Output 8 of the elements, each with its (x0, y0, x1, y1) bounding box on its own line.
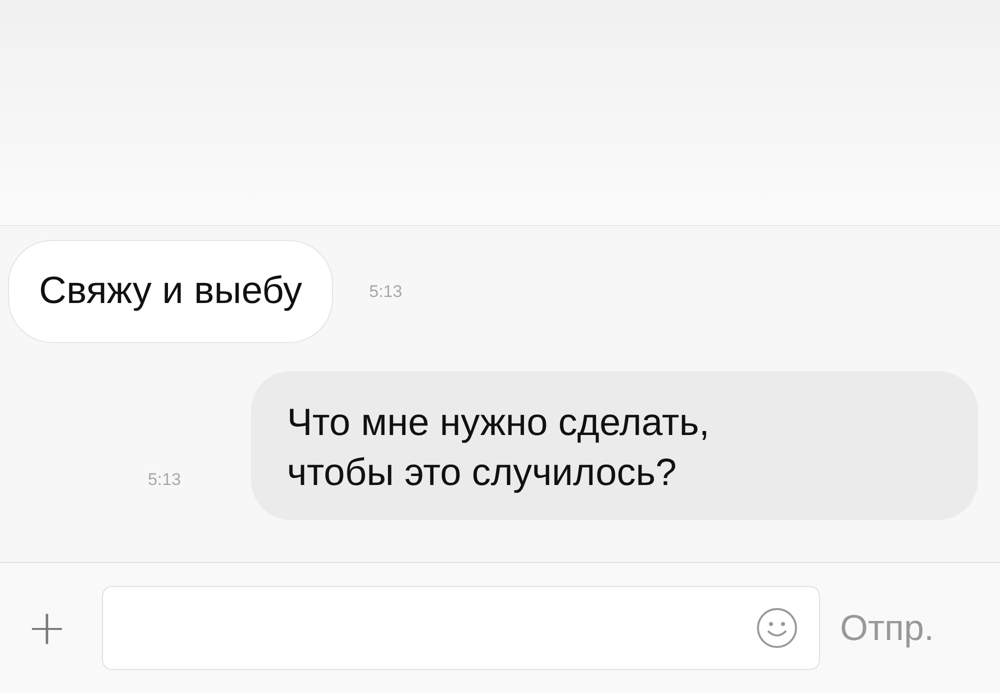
message-bubble: Что мне нужно сделать, чтобы это случилось? (251, 371, 978, 520)
add-button[interactable]: + (12, 600, 82, 656)
message-bubble: Свяжу и выебу (8, 240, 334, 344)
message-time: 5:13 (369, 282, 402, 302)
message-input-field[interactable] (102, 586, 820, 670)
message-time: 5:13 (148, 470, 181, 492)
send-button[interactable]: Отпр. (840, 607, 934, 649)
smiley-icon[interactable] (755, 606, 799, 650)
